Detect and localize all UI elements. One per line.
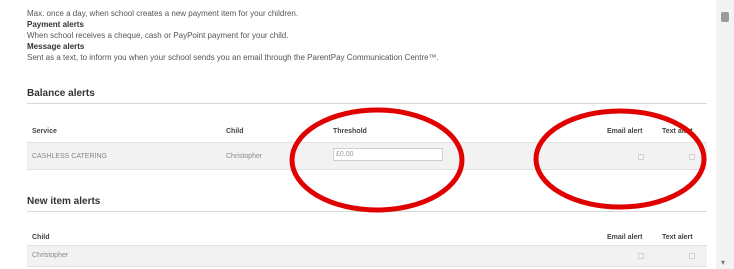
column-email-alert: Email alert	[607, 234, 643, 241]
balance-alerts-title: Balance alerts	[27, 88, 95, 99]
table-row	[27, 245, 707, 267]
column-service: Service	[32, 128, 57, 135]
scroll-thumb[interactable]	[721, 12, 729, 22]
alerts-content: Max. once a day, when school creates a n…	[0, 0, 716, 269]
message-alerts-heading: Message alerts	[27, 42, 85, 51]
column-child: Child	[32, 234, 50, 241]
child-cell: Christopher	[32, 252, 69, 259]
text-alert-checkbox[interactable]	[689, 253, 695, 259]
alert-descriptions: Max. once a day, when school creates a n…	[27, 8, 707, 63]
payment-alerts-heading: Payment alerts	[27, 20, 84, 29]
column-email-alert: Email alert	[607, 128, 643, 135]
service-cell: CASHLESS CATERING	[32, 153, 107, 160]
column-text-alert: Text alert	[662, 234, 693, 241]
threshold-input[interactable]	[333, 148, 443, 161]
vertical-scrollbar[interactable]: ▾	[716, 0, 734, 269]
child-cell: Christopher	[226, 153, 263, 160]
message-alerts-description: Sent as a text, to inform you when your …	[27, 53, 439, 62]
divider	[27, 211, 707, 212]
column-child: Child	[226, 128, 244, 135]
email-alert-checkbox[interactable]	[638, 154, 644, 160]
payment-alerts-description: When school receives a cheque, cash or P…	[27, 31, 289, 40]
column-threshold: Threshold	[333, 128, 367, 135]
divider	[27, 103, 707, 104]
column-text-alert: Text alert	[662, 128, 693, 135]
email-alert-checkbox[interactable]	[638, 253, 644, 259]
text-alert-checkbox[interactable]	[689, 154, 695, 160]
new-item-alerts-title: New item alerts	[27, 196, 101, 207]
new-item-description: Max. once a day, when school creates a n…	[27, 9, 299, 18]
scroll-down-icon[interactable]: ▾	[721, 258, 725, 267]
